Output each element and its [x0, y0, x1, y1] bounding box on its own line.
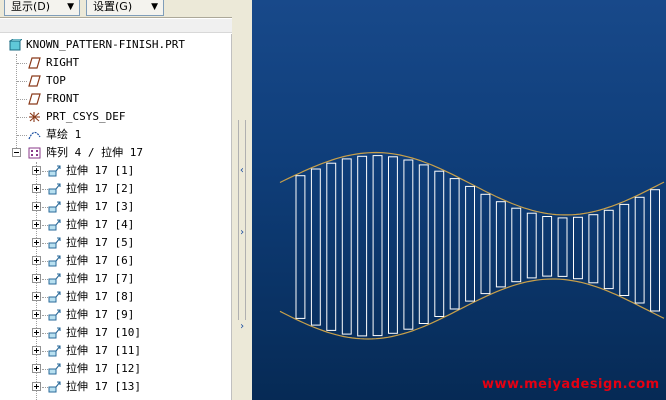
extrude-icon — [48, 381, 61, 393]
pattern-bar — [495, 201, 506, 288]
tree-item-label: 拉伸 17 [10] — [66, 326, 141, 339]
show-menu-label: 显示(D) — [11, 0, 51, 13]
tree-item-label: 拉伸 17 [3] — [66, 200, 135, 213]
tree-item-label: 拉伸 17 [13] — [66, 380, 141, 393]
tree-item-label: PRT_CSYS_DEF — [46, 110, 126, 123]
pattern-bar — [465, 185, 476, 302]
top-outline-curve — [279, 151, 665, 216]
pattern-bar — [403, 159, 414, 330]
settings-menu-label: 设置(G) — [93, 0, 133, 13]
extrude-icon — [48, 309, 61, 321]
expand-icon[interactable] — [32, 346, 41, 355]
extrude-icon — [48, 165, 61, 177]
pattern-bar — [511, 207, 522, 283]
pattern-bar — [542, 216, 553, 277]
bottom-outline-curve — [279, 278, 665, 340]
pattern-bar — [650, 189, 661, 312]
datum-plane-icon — [28, 57, 41, 69]
pattern-bar — [449, 178, 460, 310]
expand-icon[interactable] — [32, 364, 41, 373]
extrude-icon — [48, 201, 61, 213]
pattern-icon — [28, 147, 41, 159]
pattern-bar — [573, 216, 583, 280]
pattern-bar — [326, 162, 337, 331]
model-tree-panel: 显示(D) ▼ 设置(G) ▼ KNOWN_PATTERN-FINISH.PRT — [0, 0, 236, 400]
tree-item-label: 拉伸 17 [5] — [66, 236, 135, 249]
expand-icon[interactable] — [32, 184, 41, 193]
collapse-icon[interactable] — [12, 148, 21, 157]
pattern-bar — [557, 217, 568, 277]
tree-item-label: 拉伸 17 [12] — [66, 362, 141, 375]
chevron-right-icon[interactable]: › — [237, 228, 247, 238]
tree-root-label: KNOWN_PATTERN-FINISH.PRT — [26, 38, 185, 51]
pattern-bar — [434, 170, 445, 317]
expand-icon[interactable] — [32, 220, 41, 229]
show-menu-button[interactable]: 显示(D) ▼ — [4, 0, 80, 16]
tree-item-label: 拉伸 17 [4] — [66, 218, 135, 231]
tree-item-label: 拉伸 17 [6] — [66, 254, 135, 267]
settings-menu-button[interactable]: 设置(G) ▼ — [86, 0, 164, 16]
expand-icon[interactable] — [32, 166, 41, 175]
tree-item-label: 拉伸 17 [9] — [66, 308, 135, 321]
pattern-bar — [480, 193, 491, 295]
extrude-icon — [48, 183, 61, 195]
pattern-bar — [388, 156, 398, 334]
pattern-bar — [310, 168, 321, 326]
sketch-icon — [28, 131, 41, 140]
datum-plane-icon — [28, 93, 41, 105]
extrude-icon — [48, 291, 61, 303]
datum-plane-icon — [28, 75, 41, 87]
tree-item-label: 拉伸 17 [8] — [66, 290, 135, 303]
extrude-icon — [48, 255, 61, 267]
tree-header — [0, 19, 236, 33]
extrude-icon — [48, 273, 61, 285]
tree-item-label: RIGHT — [46, 56, 80, 69]
pattern-bar — [526, 212, 537, 279]
splitter-sash[interactable] — [238, 120, 246, 320]
pattern-model-drawing — [279, 151, 665, 340]
pattern-bar — [619, 203, 630, 296]
extrude-icon — [48, 237, 61, 249]
pattern-bar — [588, 214, 599, 284]
extrude-icon — [48, 219, 61, 231]
tree-item-label: 草绘 1 — [46, 128, 82, 141]
tree-item-label: 拉伸 17 [1] — [66, 164, 135, 177]
chevron-down-icon: ▼ — [151, 2, 158, 12]
extrude-icon — [48, 345, 61, 357]
chevron-right-icon[interactable]: › — [237, 322, 247, 332]
expand-icon[interactable] — [32, 310, 41, 319]
pattern-bar — [357, 155, 368, 337]
pattern-bar — [418, 164, 429, 324]
watermark-text: www.meiyadesign.com — [482, 377, 660, 392]
pattern-bar — [603, 209, 614, 290]
tree-toolbar: 显示(D) ▼ 设置(G) ▼ — [0, 0, 236, 18]
graphics-viewport[interactable]: www.meiyadesign.com — [252, 0, 666, 400]
coordinate-system-icon — [29, 112, 40, 122]
expand-icon[interactable] — [32, 292, 41, 301]
extrude-icon — [48, 327, 61, 339]
expand-icon[interactable] — [32, 328, 41, 337]
expand-icon[interactable] — [32, 202, 41, 211]
tree-guide — [16, 54, 17, 154]
tree-item-label: 拉伸 17 [11] — [66, 344, 141, 357]
tree-item-label: TOP — [46, 74, 66, 87]
part-icon — [9, 39, 22, 51]
pattern-bar — [341, 158, 352, 335]
tree-item-label: 阵列 4 / 拉伸 17 — [46, 146, 143, 159]
model-tree[interactable]: KNOWN_PATTERN-FINISH.PRT RIGHT TOP FRONT — [0, 34, 232, 400]
tree-item-label: 拉伸 17 [7] — [66, 272, 135, 285]
expand-icon[interactable] — [32, 382, 41, 391]
expand-icon[interactable] — [32, 256, 41, 265]
chevron-down-icon: ▼ — [67, 2, 74, 12]
pattern-bar — [295, 175, 306, 319]
extrude-icon — [48, 363, 61, 375]
chevron-left-icon[interactable]: ‹ — [237, 166, 247, 176]
pattern-bar — [372, 155, 383, 337]
pattern-bar — [634, 196, 645, 304]
tree-item-label: 拉伸 17 [2] — [66, 182, 135, 195]
expand-icon[interactable] — [32, 238, 41, 247]
expand-icon[interactable] — [32, 274, 41, 283]
tree-item-label: FRONT — [46, 92, 80, 105]
